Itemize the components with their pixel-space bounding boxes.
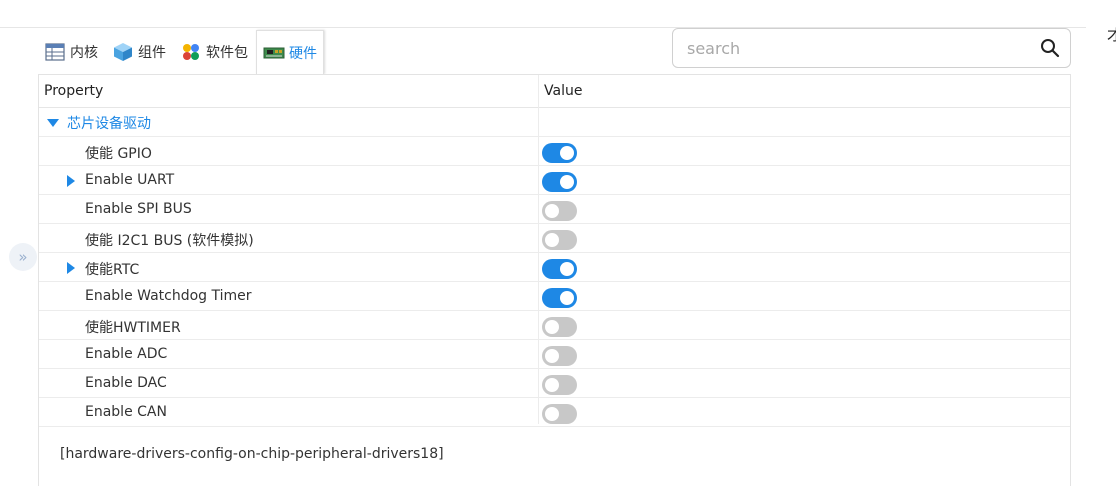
toggle-switch[interactable] xyxy=(542,172,577,192)
collapse-triangle-icon[interactable] xyxy=(47,119,59,127)
toggle-knob xyxy=(545,407,559,421)
property-row[interactable]: Enable ADC xyxy=(39,340,1070,369)
property-row[interactable]: 使能RTC xyxy=(39,253,1070,282)
toggle-switch[interactable] xyxy=(542,375,577,395)
clipped-edge-text: 才 xyxy=(1107,26,1116,42)
property-label: Enable SPI BUS xyxy=(85,201,192,217)
top-panel-edge xyxy=(0,0,1086,28)
tab-packages[interactable]: 软件包 xyxy=(174,30,254,74)
component-cube-icon xyxy=(112,41,134,63)
property-label: 使能 I2C1 BUS (软件模拟) xyxy=(85,233,254,249)
toggle-switch[interactable] xyxy=(542,346,577,366)
property-label: 使能 GPIO xyxy=(85,146,152,162)
search-box xyxy=(672,28,1071,68)
tab-label: 软件包 xyxy=(206,45,248,61)
toggle-switch[interactable] xyxy=(542,201,577,221)
toggle-knob xyxy=(560,146,574,160)
value-column-header: Value xyxy=(544,83,583,99)
toggle-knob xyxy=(560,262,574,276)
toggle-knob xyxy=(545,320,559,334)
grid-header: Property Value xyxy=(39,75,1070,108)
double-chevron-right-icon: » xyxy=(18,248,28,266)
search-icon[interactable] xyxy=(1040,38,1060,58)
expand-triangle-icon[interactable] xyxy=(67,175,75,187)
config-tabs: 内核 组件 软件包 硬件 xyxy=(38,30,326,74)
property-row[interactable]: 使能 I2C1 BUS (软件模拟) xyxy=(39,224,1070,253)
property-label: Enable Watchdog Timer xyxy=(85,288,252,304)
toggle-knob xyxy=(545,349,559,363)
toggle-switch[interactable] xyxy=(542,404,577,424)
tab-label: 组件 xyxy=(138,45,166,61)
toggle-switch[interactable] xyxy=(542,288,577,308)
property-row[interactable]: 使能 GPIO xyxy=(39,137,1070,166)
group-label: 芯片设备驱动 xyxy=(67,116,151,132)
tab-label: 硬件 xyxy=(289,45,317,62)
search-input[interactable] xyxy=(685,29,1025,67)
toggle-switch[interactable] xyxy=(542,143,577,163)
property-label: Enable DAC xyxy=(85,375,167,391)
property-column-header: Property xyxy=(44,83,104,99)
expand-panel-button[interactable]: » xyxy=(9,243,37,271)
property-grid: Property Value 芯片设备驱动 使能 GPIO Enable UART… xyxy=(38,74,1071,486)
property-row[interactable]: Enable Watchdog Timer xyxy=(39,282,1070,311)
tab-components[interactable]: 组件 xyxy=(106,30,172,74)
toggle-knob xyxy=(545,233,559,247)
toggle-switch[interactable] xyxy=(542,230,577,250)
group-row[interactable]: 芯片设备驱动 xyxy=(39,108,1070,137)
property-row[interactable]: Enable SPI BUS xyxy=(39,195,1070,224)
property-row[interactable]: Enable DAC xyxy=(39,369,1070,398)
expand-triangle-icon[interactable] xyxy=(67,262,75,274)
property-label: Enable UART xyxy=(85,172,175,188)
toggle-knob xyxy=(545,378,559,392)
property-label: Enable ADC xyxy=(85,346,168,362)
tab-hardware[interactable]: 硬件 xyxy=(256,30,324,74)
property-label: 使能HWTIMER xyxy=(85,320,181,336)
tab-label: 内核 xyxy=(70,45,98,61)
tab-kernel[interactable]: 内核 xyxy=(38,30,104,74)
property-row[interactable]: 使能HWTIMER xyxy=(39,311,1070,340)
hardware-board-icon xyxy=(263,42,285,64)
property-label: 使能RTC xyxy=(85,262,140,278)
property-label: Enable CAN xyxy=(85,404,167,420)
toggle-knob xyxy=(560,291,574,305)
toggle-switch[interactable] xyxy=(542,317,577,337)
property-description: [hardware-drivers-config-on-chip-periphe… xyxy=(60,446,444,462)
toggle-switch[interactable] xyxy=(542,259,577,279)
property-row[interactable]: Enable UART xyxy=(39,166,1070,195)
kernel-icon xyxy=(44,41,66,63)
property-row[interactable]: Enable CAN xyxy=(39,398,1070,427)
toggle-knob xyxy=(545,204,559,218)
toggle-knob xyxy=(560,175,574,189)
packages-icon xyxy=(180,41,202,63)
